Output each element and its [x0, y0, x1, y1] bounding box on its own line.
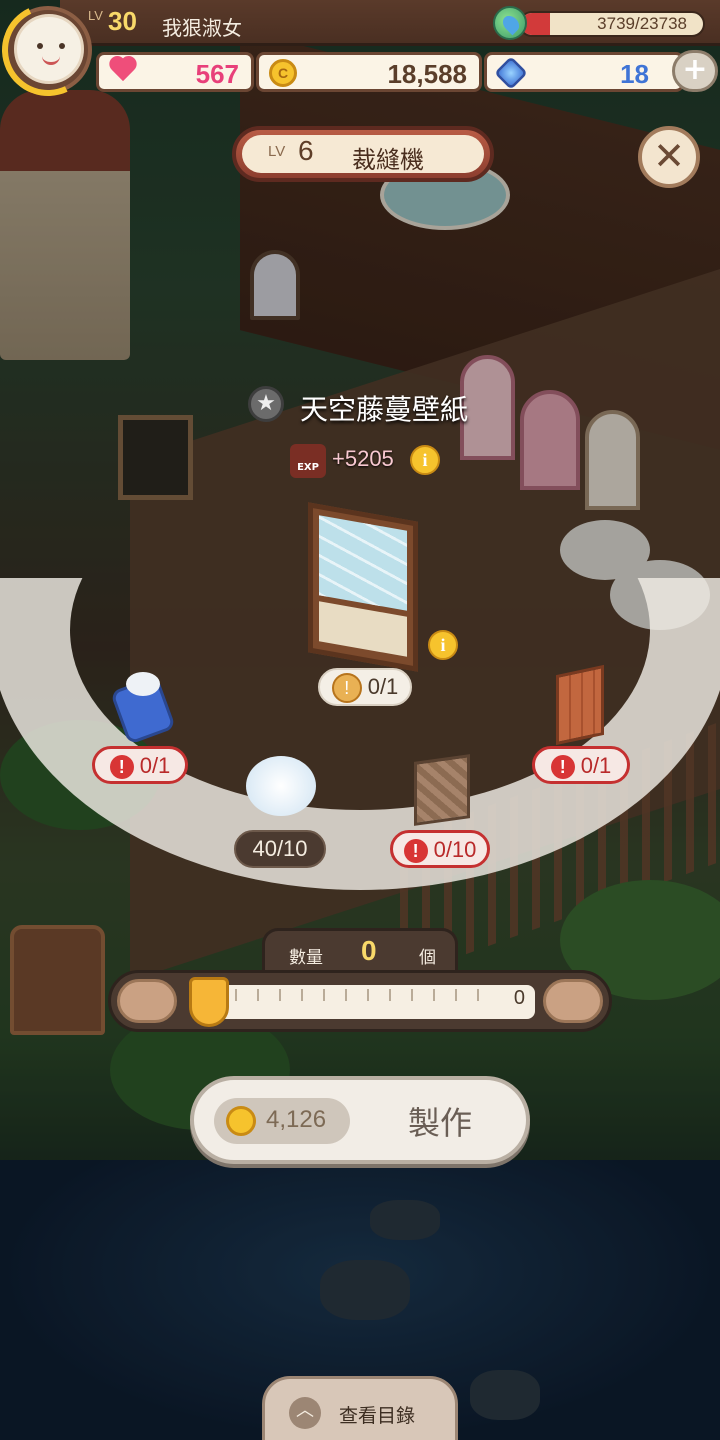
heart-icon — [109, 59, 137, 87]
gems-value: 18 — [620, 59, 649, 89]
gem-icon — [494, 56, 528, 90]
avatar-mouth — [42, 55, 60, 65]
slider-tick — [367, 989, 369, 1001]
player-name: 我狠淑女 — [162, 16, 242, 40]
chevron-up-icon: ︿ — [289, 1397, 321, 1429]
avatar-eye — [59, 43, 65, 49]
craft-label: 製作 — [408, 1104, 473, 1142]
quantity-slider[interactable]: 0 — [108, 970, 612, 1032]
slider-tick — [411, 989, 413, 1001]
machine-title-banner: LV 6 裁縫機 — [232, 126, 494, 182]
player-level-prefix: LV — [88, 8, 103, 23]
product-name: 天空藤蔓壁紙 — [300, 393, 469, 426]
energy-meter[interactable]: 3739/23738 — [493, 6, 708, 40]
alert-icon: ! — [550, 755, 575, 780]
slider-tick — [235, 989, 237, 1001]
slider-tick — [345, 989, 347, 1001]
wood-board-body — [556, 664, 604, 746]
slider-tick — [455, 989, 457, 1001]
add-gems-button[interactable]: + — [672, 50, 718, 92]
star-icon: ★ — [248, 386, 284, 422]
energy-drop-icon — [493, 6, 527, 40]
player-avatar[interactable] — [0, 0, 107, 109]
coin-icon — [226, 1106, 256, 1136]
quantity-label: 數量 — [289, 948, 323, 968]
avatar — [14, 14, 84, 84]
gems-counter[interactable]: 18 — [484, 52, 684, 92]
slider-tick — [279, 989, 281, 1001]
slider-tick — [477, 989, 479, 1001]
catalog-label: 查看目錄 — [339, 1405, 416, 1427]
view-catalog-button[interactable]: ︿ 查看目錄 — [262, 1376, 458, 1440]
material-count: ! 0/1 — [92, 746, 188, 784]
coins-value: 18,588 — [387, 59, 467, 89]
slider-tick — [389, 989, 391, 1001]
wallpaper-lower — [319, 601, 407, 657]
close-button[interactable]: ✕ — [638, 126, 700, 188]
wool-icon[interactable] — [246, 756, 316, 816]
warning-gear-icon: ! — [331, 673, 362, 704]
slider-tick — [433, 989, 435, 1001]
quantity-value: 0 — [361, 935, 377, 966]
avatar-eye — [37, 43, 43, 49]
material-count-text: 0/1 — [580, 753, 612, 778]
craft-cost-value: 4,126 — [266, 1106, 327, 1133]
craft-button[interactable]: 4,126 製作 — [190, 1076, 530, 1164]
wood-panel-icon[interactable] — [414, 754, 470, 826]
material-count-text: 0/1 — [139, 753, 171, 778]
coins-counter[interactable]: 18,588 — [256, 52, 482, 92]
product-info-icon[interactable]: i — [428, 630, 458, 660]
material-count: ! 0/1 — [532, 746, 630, 784]
increase-button[interactable] — [543, 979, 603, 1023]
hearts-value: 567 — [195, 59, 239, 89]
wood-board-icon[interactable] — [556, 664, 604, 746]
material-count: 40/10 — [234, 830, 326, 868]
material-count-text: 0/10 — [433, 837, 477, 862]
exp-info-icon[interactable]: i — [410, 445, 440, 475]
machine-level-prefix: LV — [268, 143, 286, 160]
wood-panel-body — [414, 754, 470, 826]
player-level: 30 — [108, 6, 137, 36]
slider-tick — [323, 989, 325, 1001]
slider-max-value: 0 — [513, 987, 525, 1009]
alert-icon: ! — [403, 839, 428, 864]
alert-icon: ! — [109, 755, 134, 780]
slider-tick — [257, 989, 259, 1001]
wallpaper-pattern — [319, 515, 407, 611]
exp-value: +5205 — [332, 446, 394, 471]
fabric-roll-icon[interactable] — [109, 672, 177, 745]
decrease-button[interactable] — [117, 979, 177, 1023]
wool-ball — [246, 756, 316, 816]
hearts-counter[interactable]: 567 — [96, 52, 254, 92]
machine-title-inner: LV 6 裁縫機 — [242, 135, 484, 174]
top-hud: LV 30 我狠淑女 3739/23738 567 18,588 18 + — [0, 0, 720, 109]
craft-cost: 4,126 — [214, 1098, 350, 1144]
product-count-text: 0/1 — [367, 674, 399, 699]
slider-track[interactable]: 0 — [191, 985, 535, 1019]
energy-bar: 3739/23738 — [519, 11, 705, 37]
slider-tick — [301, 989, 303, 1001]
material-count: ! 0/10 — [390, 830, 490, 868]
machine-name: 裁縫機 — [352, 146, 424, 174]
quantity-unit: 個 — [419, 948, 436, 968]
machine-level: 6 — [298, 135, 314, 166]
slider-thumb[interactable] — [189, 977, 229, 1027]
energy-text: 3739/23738 — [597, 14, 687, 33]
coin-icon — [269, 59, 297, 87]
fabric-roll-cap — [126, 672, 160, 696]
exp-icon: EXP — [290, 444, 326, 478]
sky-vine-wallpaper-item[interactable] — [308, 502, 418, 672]
product-count: ! 0/1 — [318, 668, 412, 706]
